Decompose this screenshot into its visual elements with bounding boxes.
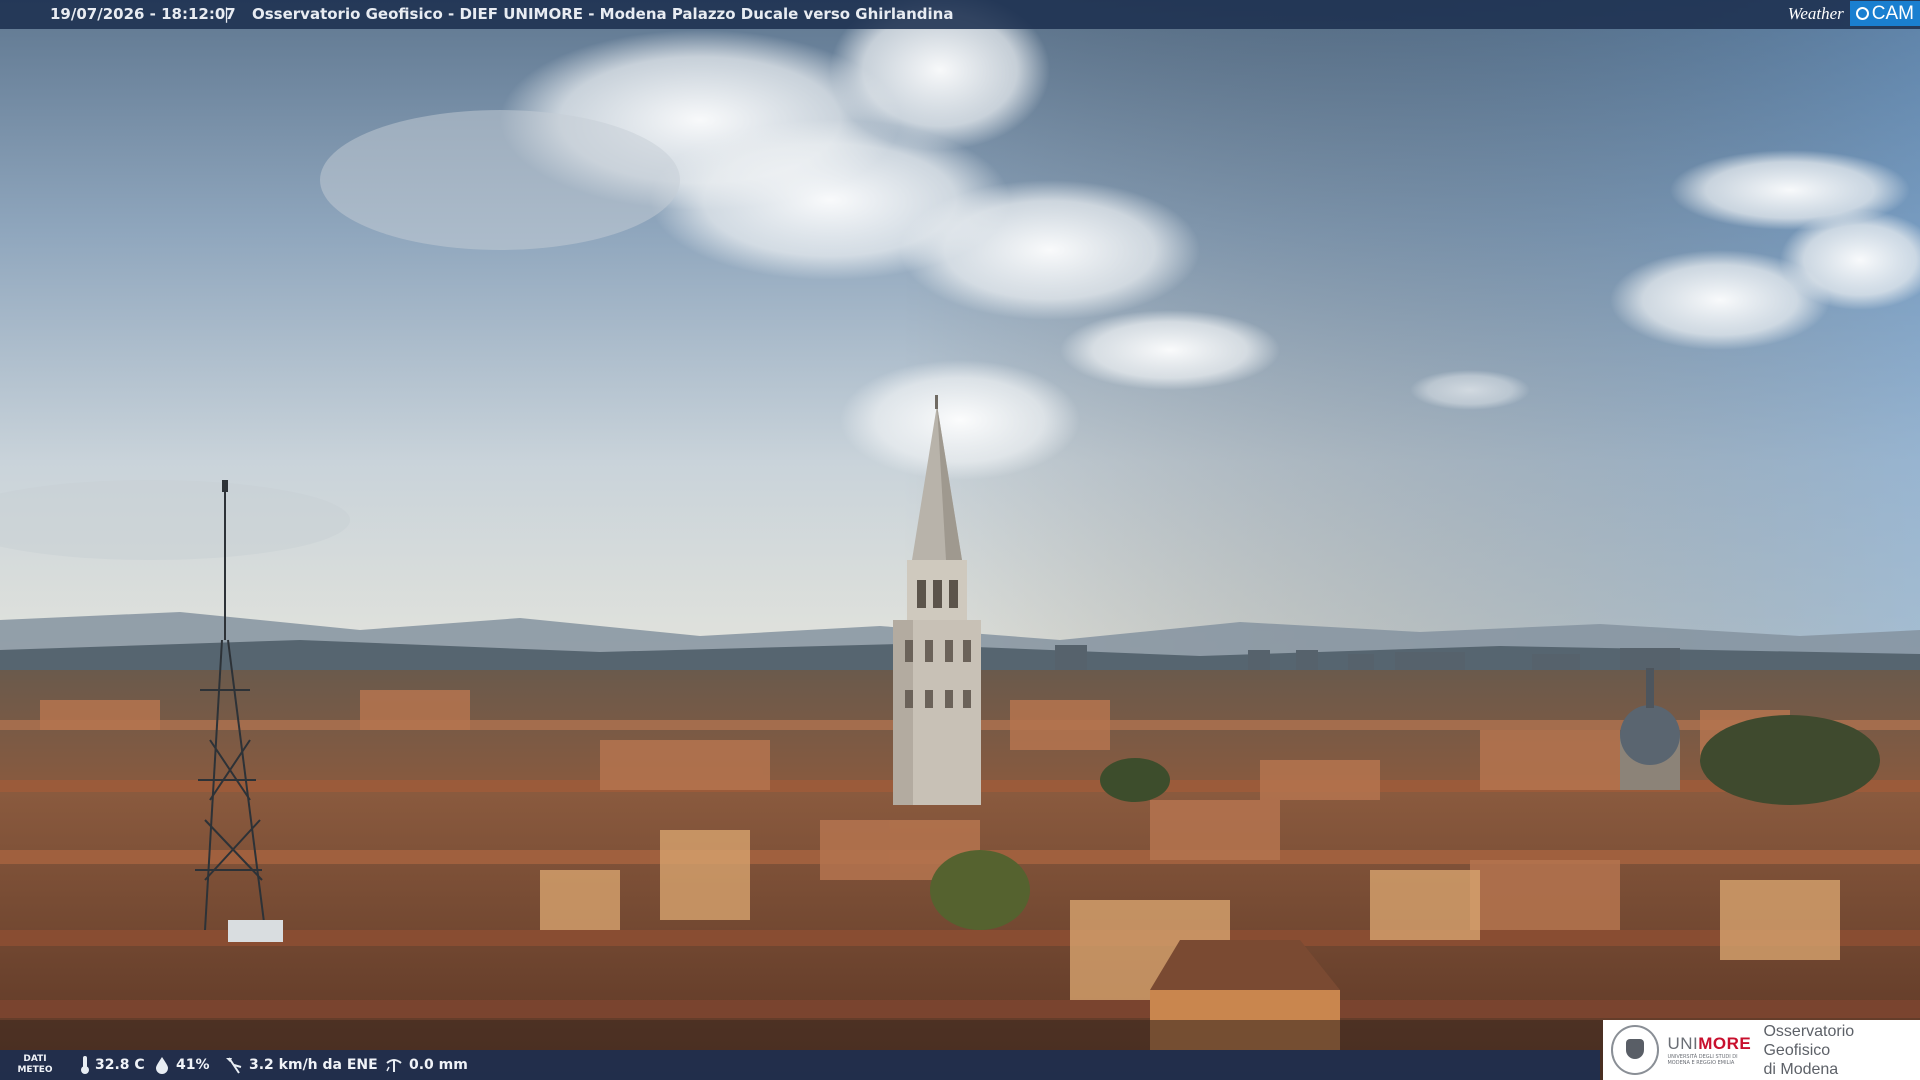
- rain-readout: 0.0 mm: [384, 1050, 468, 1080]
- rain-value: 0.0 mm: [409, 1057, 468, 1073]
- observatory-line2: di Modena: [1763, 1060, 1839, 1078]
- weathercam-logo: Weather CAM: [1782, 0, 1920, 27]
- mast-top: [222, 480, 228, 492]
- timestamp: 19/07/2026 - 18:12:07: [50, 5, 236, 23]
- unimore-subtitle: UNIVERSITÀ DEGLI STUDI DI MODENA E REGGI…: [1667, 1054, 1738, 1066]
- humidity-value: 41%: [176, 1057, 210, 1073]
- meteo-bar: DATI METEO 32.8 C 41% 3.2 km/h da ENE 0.…: [0, 1050, 1600, 1080]
- caption-bar: 19/07/2026 - 18:12:07 | Osservatorio Geo…: [0, 0, 1920, 29]
- brand-cam-label: CAM: [1871, 3, 1914, 24]
- university-seal-icon: [1611, 1025, 1660, 1075]
- caption-title: Osservatorio Geofisico - DIEF UNIMORE - …: [252, 5, 954, 23]
- temperature-readout: 32.8 C: [80, 1050, 145, 1080]
- humidity-readout: 41%: [153, 1050, 210, 1080]
- temperature-value: 32.8 C: [95, 1057, 145, 1073]
- brand-cam: CAM: [1849, 1, 1920, 26]
- thermometer-icon: [81, 1056, 89, 1074]
- brand-word: Weather: [1787, 4, 1844, 23]
- humidity-icon: [156, 1057, 168, 1074]
- rain-gauge-icon: [386, 1059, 402, 1072]
- mast-equipment: [228, 920, 283, 942]
- camera-lens-icon: [1855, 7, 1869, 20]
- webcam-scene: [0, 0, 1920, 1080]
- meteo-label-line2: METEO: [17, 1065, 53, 1075]
- caption-separator: |: [224, 5, 230, 23]
- wind-icon: [226, 1057, 242, 1074]
- wind-readout: 3.2 km/h da ENE: [224, 1050, 378, 1080]
- unimore-part1: UNI: [1667, 1034, 1699, 1053]
- observatory-line1: Osservatorio Geofisico: [1763, 1022, 1855, 1059]
- meteo-label: DATI METEO: [16, 1054, 54, 1076]
- wind-value: 3.2 km/h da ENE: [249, 1057, 378, 1073]
- meteo-label-line1: DATI: [23, 1054, 47, 1064]
- unimore-part2: MORE: [1698, 1034, 1752, 1053]
- unimore-logo-panel: UNIMORE UNIVERSITÀ DEGLI STUDI DI MODENA…: [1603, 1020, 1920, 1080]
- unimore-wordmark: UNIMORE UNIVERSITÀ DEGLI STUDI DI MODENA…: [1667, 1034, 1751, 1066]
- observatory-name: Osservatorio Geofisico di Modena: [1763, 1022, 1920, 1079]
